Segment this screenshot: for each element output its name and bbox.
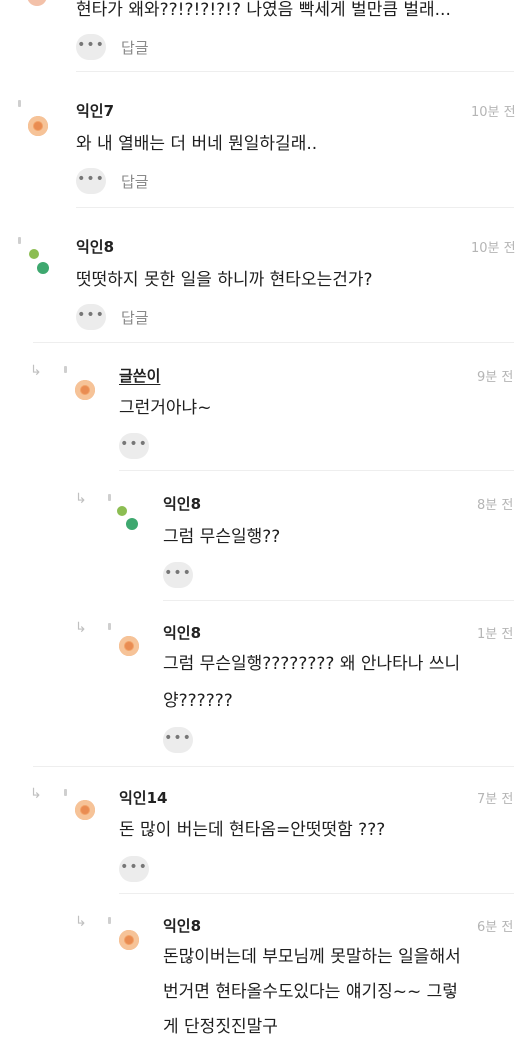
more-button[interactable]: ••• (163, 727, 193, 753)
comment-text-line: 게 단정짓진말구 (163, 1017, 278, 1037)
more-dots-icon: ••• (164, 729, 192, 746)
level-marker (64, 366, 67, 373)
commenter-name[interactable]: 익인14 (119, 787, 167, 808)
commenter-name[interactable]: 익인8 (163, 915, 201, 936)
more-dots-icon: ••• (77, 170, 105, 187)
divider (119, 893, 514, 894)
reply-arrow-icon: ↳ (30, 363, 42, 379)
divider (33, 342, 514, 343)
more-button[interactable]: ••• (163, 562, 193, 588)
comment-time: 10분 전 (471, 241, 516, 256)
reply-item: ↳ 글쓴이 9분 전 그런거아냐~ ••• (0, 360, 527, 472)
comment-time: 8분 전 (477, 498, 514, 513)
divider (76, 207, 514, 208)
avatar (28, 116, 48, 136)
commenter-name[interactable]: 글쓴이 (119, 365, 160, 386)
avatar (75, 800, 95, 820)
reply-item: ↳ 익인8 1분 전 그럼 무슨일행???????? 왜 안나타나 쓰니 양??… (0, 617, 527, 767)
divider (119, 470, 514, 471)
commenter-name[interactable]: 익인8 (163, 493, 201, 514)
avatar-dot-small (117, 506, 127, 516)
level-marker (108, 494, 111, 501)
comment-top: 현타가 왜와??!?!?!?!? 나였음 빡세게 벌만큼 벌래... ••• 답… (0, 0, 527, 72)
comment-text: 와 내 열배는 더 버네 뭔일하길래.. (76, 134, 318, 154)
comment-text: 그런거아냐~ (119, 398, 212, 418)
reply-button[interactable]: 답글 (121, 171, 149, 192)
more-dots-icon: ••• (77, 306, 105, 323)
more-button[interactable]: ••• (76, 168, 106, 194)
avatar (119, 930, 139, 950)
comment-text: 떳떳하지 못한 일을 하니까 현타오는건가? (76, 270, 373, 290)
comment-text: 그럼 무슨일행?? (163, 527, 281, 547)
comment-text-line: 번거면 현타올수도있다는 얘기징~~ 그렇 (163, 982, 458, 1002)
avatar-dot-large (37, 262, 49, 274)
divider (33, 766, 514, 767)
comment-time: 1분 전 (477, 627, 514, 642)
comment-text: 돈 많이 버는데 현타옴=안떳떳함 ??? (119, 820, 386, 840)
level-marker (108, 917, 111, 924)
comment-time: 9분 전 (477, 370, 514, 385)
level-marker (108, 623, 111, 630)
divider (76, 71, 514, 72)
comment-time: 10분 전 (471, 105, 516, 120)
commenter-name[interactable]: 익인7 (76, 100, 114, 121)
reply-button[interactable]: 답글 (121, 37, 149, 58)
more-dots-icon: ••• (77, 36, 105, 53)
level-marker (18, 237, 21, 244)
reply-button[interactable]: 답글 (121, 307, 149, 328)
commenter-name[interactable]: 익인8 (76, 236, 114, 257)
reply-arrow-icon: ↳ (75, 914, 87, 930)
comment-text: 현타가 왜와??!?!?!?!? 나였음 빡세게 벌만큼 벌래... (76, 0, 451, 20)
avatar (75, 380, 95, 400)
divider (163, 600, 514, 601)
more-button[interactable]: ••• (119, 856, 149, 882)
comment-time: 6분 전 (477, 920, 514, 935)
reply-item: ↳ 익인8 6분 전 돈많이버는데 부모님께 못말하는 일을해서 번거면 현타올… (0, 911, 527, 1054)
reply-arrow-icon: ↳ (75, 620, 87, 636)
comment-text-line: 양?????? (163, 691, 233, 711)
comment-text-line: 그럼 무슨일행???????? 왜 안나타나 쓰니 (163, 654, 461, 674)
comment-item: 익인7 10분 전 와 내 열배는 더 버네 뭔일하길래.. ••• 답글 (0, 88, 527, 208)
more-dots-icon: ••• (120, 435, 148, 452)
avatar-partial (27, 0, 47, 6)
level-marker (64, 789, 67, 796)
commenter-name[interactable]: 익인8 (163, 622, 201, 643)
reply-arrow-icon: ↳ (30, 786, 42, 802)
avatar-dot-small (29, 249, 39, 259)
comment-time: 7분 전 (477, 792, 514, 807)
more-dots-icon: ••• (120, 858, 148, 875)
comment-text-line: 돈많이버는데 부모님께 못말하는 일을해서 (163, 947, 461, 967)
more-dots-icon: ••• (164, 564, 192, 581)
more-button[interactable]: ••• (76, 34, 106, 60)
reply-item: ↳ 익인8 8분 전 그럼 무슨일행?? ••• (0, 488, 527, 601)
more-button[interactable]: ••• (119, 433, 149, 459)
more-button[interactable]: ••• (76, 304, 106, 330)
avatar (119, 636, 139, 656)
avatar-dot-large (126, 518, 138, 530)
level-marker (18, 100, 21, 107)
comment-item: 익인8 10분 전 떳떳하지 못한 일을 하니까 현타오는건가? ••• 답글 (0, 225, 527, 345)
reply-arrow-icon: ↳ (75, 491, 87, 507)
reply-item: ↳ 익인14 7분 전 돈 많이 버는데 현타옴=안떳떳함 ??? ••• (0, 783, 527, 895)
